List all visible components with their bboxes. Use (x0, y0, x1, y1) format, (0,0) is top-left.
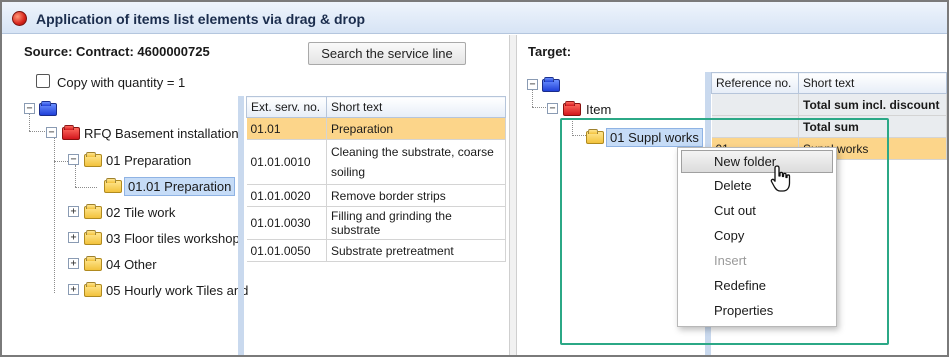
cell-text: Preparation (326, 117, 506, 140)
app-window: Application of items list elements via d… (0, 0, 949, 357)
tree-node-rfq[interactable]: − RFQ Basement installation (19, 123, 243, 143)
tree-label: 01 Preparation (106, 153, 192, 168)
tree-label: Item (586, 102, 612, 117)
search-service-line-button[interactable]: Search the service line (308, 42, 466, 65)
folder-icon (104, 178, 122, 193)
expand-toggle[interactable]: + (68, 206, 79, 217)
menu-item-cut-out[interactable]: Cut out (678, 198, 836, 223)
folder-icon (84, 230, 102, 245)
tree-label: RFQ Basement installation (84, 126, 239, 141)
copy-with-quantity-label: Copy with quantity = 1 (57, 75, 186, 90)
table-row[interactable]: 01.01.0010 Cleaning the substrate, coars… (246, 139, 506, 185)
folder-icon (84, 204, 102, 219)
cell-text: Substrate pretreatment (326, 239, 506, 262)
collapse-toggle[interactable]: − (527, 79, 538, 90)
tree-node-01-01-preparation[interactable]: 01.01 Preparation (19, 176, 243, 196)
target-tree-root[interactable]: − (520, 75, 570, 95)
expand-toggle[interactable]: + (68, 232, 79, 243)
tree-node-02-tile-work[interactable]: + 02 Tile work (19, 202, 243, 222)
target-tree-folder-suppl-works[interactable]: 01 Suppl works (520, 127, 708, 147)
cell-no: 01.01 (246, 117, 327, 140)
app-icon (12, 11, 27, 26)
checkbox-box[interactable] (36, 74, 50, 88)
folder-icon (39, 101, 57, 116)
collapse-toggle[interactable]: − (46, 127, 57, 138)
context-menu: New folder Delete Cut out Copy Insert Re… (677, 147, 837, 327)
tree-label: 02 Tile work (106, 205, 176, 220)
expand-toggle[interactable]: + (68, 258, 79, 269)
cell-text: Remove border strips (326, 184, 506, 207)
source-tree: − − RFQ Basement installation − 01 Prepa… (19, 97, 248, 355)
table-row[interactable]: Total sum (711, 115, 947, 138)
tree-node-01-preparation[interactable]: − 01 Preparation (19, 150, 243, 170)
cell-text: Filling and grinding the substrate (326, 206, 506, 240)
table-row[interactable]: 01.01.0050 Substrate pretreatment (246, 239, 506, 262)
cell-ref (711, 115, 799, 138)
menu-item-redefine[interactable]: Redefine (678, 273, 836, 298)
tree-node-03-floor-tiles[interactable]: + 03 Floor tiles workshop (19, 228, 243, 248)
folder-icon (84, 256, 102, 271)
tree-label-selected: 01.01 Preparation (124, 177, 236, 196)
source-label: Source: Contract: 4600000725 (24, 44, 210, 59)
folder-icon (84, 282, 102, 297)
tree-label-selected: 01 Suppl works (606, 128, 703, 147)
table-row[interactable]: 01.01.0020 Remove border strips (246, 184, 506, 207)
cell-no: 01.01.0020 (246, 184, 327, 207)
folder-icon (563, 101, 581, 116)
cell-no: 01.01.0050 (246, 239, 327, 262)
target-label: Target: (528, 44, 572, 59)
menu-item-new-folder[interactable]: New folder (681, 150, 833, 173)
cell-text: Cleaning the substrate, coarse soiling (326, 139, 506, 185)
cell-ref (711, 93, 799, 116)
window-title: Application of items list elements via d… (36, 11, 366, 27)
column-header-reference-no[interactable]: Reference no. (711, 72, 799, 94)
collapse-toggle[interactable]: − (68, 154, 79, 165)
menu-item-copy[interactable]: Copy (678, 223, 836, 248)
source-splitter[interactable] (238, 96, 244, 355)
menu-item-insert: Insert (714, 253, 747, 268)
hand-cursor-icon (770, 165, 791, 192)
column-header-short-text[interactable]: Short text (798, 72, 947, 94)
cell-text: Total sum incl. discount (798, 93, 947, 116)
cell-no: 01.01.0010 (246, 139, 327, 185)
column-header-ext-serv-no[interactable]: Ext. serv. no. (246, 96, 327, 118)
table-row[interactable]: 01.01 Preparation (246, 117, 506, 140)
tree-node-root[interactable]: − (19, 99, 69, 119)
collapse-toggle[interactable]: − (547, 103, 558, 114)
collapse-toggle[interactable]: − (24, 103, 35, 114)
tree-label: 04 Other (106, 257, 157, 272)
folder-icon (84, 152, 102, 167)
tree-label: 03 Floor tiles workshop (106, 231, 240, 246)
table-row[interactable]: 01.01.0030 Filling and grinding the subs… (246, 206, 506, 240)
folder-icon (586, 129, 604, 144)
cell-no: 01.01.0030 (246, 206, 327, 240)
column-header-short-text[interactable]: Short text (326, 96, 506, 118)
tree-label: 05 Hourly work Tiles and (106, 283, 249, 298)
table-row[interactable]: Total sum incl. discount (711, 93, 947, 116)
tree-node-04-other[interactable]: + 04 Other (19, 254, 243, 274)
title-bar: Application of items list elements via d… (2, 2, 947, 34)
tree-node-05-hourly-work[interactable]: + 05 Hourly work Tiles and (19, 280, 248, 300)
folder-icon (62, 125, 80, 140)
source-service-grid: Ext. serv. no. Short text 01.01 Preparat… (246, 96, 506, 262)
menu-item-properties[interactable]: Properties (678, 298, 836, 323)
expand-toggle[interactable]: + (68, 284, 79, 295)
folder-icon (542, 77, 560, 92)
menu-item-delete[interactable]: Delete (678, 173, 836, 198)
pane-divider[interactable] (509, 35, 517, 355)
target-tree-item[interactable]: − Item (520, 99, 708, 119)
cell-text: Total sum (798, 115, 947, 138)
